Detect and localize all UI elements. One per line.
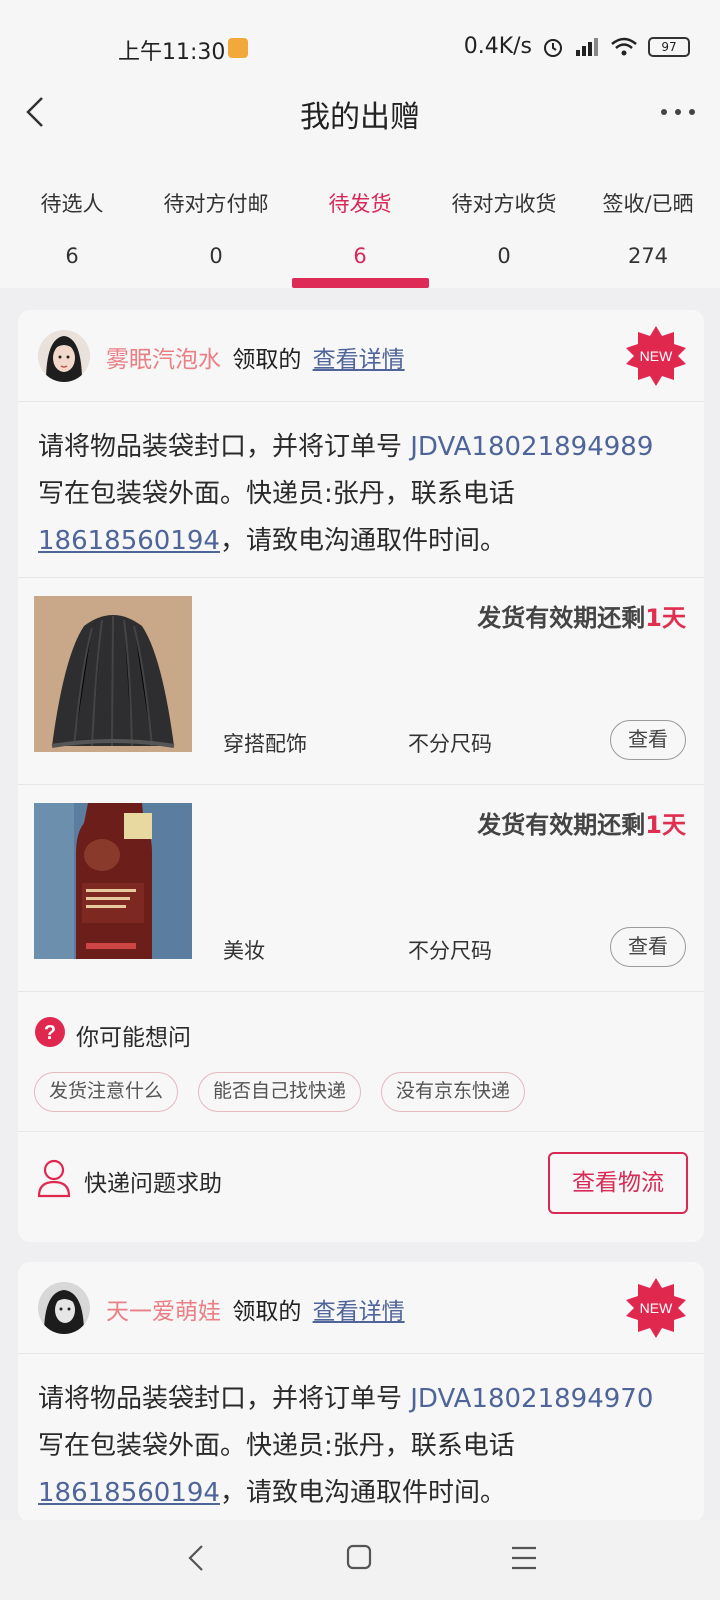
claimer-name[interactable]: 雾眠汽泡水 — [106, 347, 221, 373]
shipping-instruction: 请将物品装袋封口，并将订单号 JDVA18021894989 写在包装袋外面。快… — [18, 402, 704, 578]
view-logistics-button[interactable]: 查看物流 — [548, 1152, 688, 1214]
product-image-hat[interactable] — [34, 596, 192, 752]
network-speed: 0.4K/s — [463, 34, 532, 59]
new-badge: NEW — [626, 326, 686, 386]
tab-label: 待对方收货 — [451, 192, 557, 216]
tab-pending-shipment[interactable]: 待发货 6 — [288, 144, 432, 288]
system-home-icon[interactable] — [346, 1544, 372, 1570]
claim-line: 雾眠汽泡水 领取的 查看详情 — [106, 340, 405, 374]
instruction-text: 写在包装袋外面。快递员:张丹，联系电话 — [38, 479, 515, 509]
claim-line: 天一爱萌娃 领取的 查看详情 — [106, 1292, 405, 1326]
deadline-days: 1天 — [645, 604, 686, 632]
new-badge-text: NEW — [640, 1300, 673, 1316]
avatar[interactable] — [38, 1282, 90, 1334]
claimer-name[interactable]: 天一爱萌娃 — [106, 1299, 221, 1325]
tab-pending-postage[interactable]: 待对方付邮 0 — [144, 144, 288, 288]
faq-section: ? 你可能想问 发货注意什么 能否自己找快递 没有京东快递 — [18, 992, 704, 1132]
faq-chip-shipping-notes[interactable]: 发货注意什么 — [34, 1072, 179, 1112]
faq-chip-no-jd-express[interactable]: 没有京东快递 — [381, 1072, 526, 1112]
order-number: JDVA18021894970 — [410, 1384, 654, 1414]
shipping-instruction: 请将物品装袋封口，并将订单号 JDVA18021894970 写在包装袋外面。快… — [18, 1354, 704, 1522]
status-indicators: 0.4K/s 97 — [464, 34, 690, 59]
item-category: 穿搭配饰 — [223, 732, 307, 756]
tab-label: 签收/已晒 — [602, 192, 694, 216]
status-time: 上午11:30 — [118, 40, 226, 65]
tab-pending-selection[interactable]: 待选人 6 — [0, 144, 144, 288]
claimed-label: 领取的 — [232, 347, 302, 373]
page-title: 我的出赠 — [300, 100, 420, 135]
deadline-label: 发货有效期还剩 — [477, 811, 646, 839]
avatar[interactable] — [38, 330, 90, 382]
tab-count: 6 — [65, 244, 79, 268]
wifi-icon — [611, 37, 637, 55]
view-details-link[interactable]: 查看详情 — [313, 1299, 405, 1325]
view-details-link[interactable]: 查看详情 — [313, 347, 405, 373]
list-item: 发货有效期还剩1天 穿搭配饰 不分尺码 查看 — [18, 578, 704, 785]
tab-count: 0 — [497, 244, 511, 268]
more-options-icon[interactable] — [658, 98, 698, 126]
tab-label: 待对方付邮 — [163, 192, 269, 216]
order-number: JDVA18021894989 — [410, 432, 654, 462]
shipping-deadline: 发货有效期还剩1天 — [477, 598, 686, 633]
question-icon: ? — [35, 1017, 65, 1047]
alarm-icon — [544, 38, 562, 57]
list-item: 发货有效期还剩1天 美妆 不分尺码 查看 — [18, 785, 704, 992]
tab-pending-receipt[interactable]: 待对方收货 0 — [432, 144, 576, 288]
tab-count: 274 — [627, 244, 669, 268]
tab-count: 6 — [353, 244, 367, 268]
person-icon — [37, 1159, 71, 1198]
courier-help-row: 快递问题求助 查看物流 — [18, 1132, 704, 1240]
instruction-text: 请将物品装袋封口，并将订单号 — [38, 1384, 411, 1414]
system-menu-icon[interactable] — [510, 1544, 538, 1572]
instruction-text: 请将物品装袋封口，并将订单号 — [38, 432, 411, 462]
status-bar: 上午11:30 0.4K/s 97 — [0, 0, 720, 92]
instruction-text: ，请致电沟通取件时间。 — [219, 526, 506, 556]
instruction-text: 写在包装袋外面。快递员:张丹，联系电话 — [38, 1431, 515, 1461]
notification-icon — [228, 38, 248, 58]
deadline-days: 1天 — [645, 811, 686, 839]
card-header: 雾眠汽泡水 领取的 查看详情 NEW — [18, 310, 704, 402]
item-size: 不分尺码 — [408, 732, 492, 756]
instruction-text: ，请致电沟通取件时间。 — [219, 1478, 506, 1508]
tab-signed-shared[interactable]: 签收/已晒 274 — [576, 144, 720, 288]
top-navigation-bar: 我的出赠 — [0, 80, 720, 144]
courier-help-link[interactable]: 快递问题求助 — [84, 1164, 222, 1198]
order-card: 天一爱萌娃 领取的 查看详情 NEW 请将物品装袋封口，并将订单号 JDVA18… — [18, 1262, 704, 1522]
tab-label: 待选人 — [40, 192, 104, 216]
claimed-label: 领取的 — [232, 1299, 302, 1325]
courier-phone-link[interactable]: 18618560194 — [38, 1478, 220, 1508]
view-item-button[interactable]: 查看 — [610, 720, 686, 760]
view-item-button[interactable]: 查看 — [610, 927, 686, 967]
tab-label: 待发货 — [328, 192, 392, 216]
status-tabs: 待选人 6 待对方付邮 0 待发货 6 待对方收货 0 签收/已晒 274 — [0, 144, 720, 288]
faq-chip-own-courier[interactable]: 能否自己找快递 — [198, 1072, 362, 1112]
system-navigation-bar — [0, 1520, 720, 1600]
active-tab-indicator — [292, 278, 429, 288]
new-badge: NEW — [626, 1278, 686, 1338]
card-header: 天一爱萌娃 领取的 查看详情 NEW — [18, 1262, 704, 1354]
courier-phone-link[interactable]: 18618560194 — [38, 526, 220, 556]
faq-title: 你可能想问 — [76, 1025, 191, 1051]
item-category: 美妆 — [223, 939, 265, 963]
tab-count: 0 — [209, 244, 223, 268]
faq-chips: 发货注意什么 能否自己找快递 没有京东快递 — [34, 1072, 526, 1112]
battery-indicator: 97 — [648, 36, 690, 57]
deadline-label: 发货有效期还剩 — [477, 604, 646, 632]
item-size: 不分尺码 — [408, 939, 492, 963]
shipping-deadline: 发货有效期还剩1天 — [477, 805, 686, 840]
svg-text:?: ? — [44, 1022, 56, 1044]
signal-icon — [576, 37, 598, 56]
product-image-conditioner[interactable] — [34, 803, 192, 959]
order-card: 雾眠汽泡水 领取的 查看详情 NEW 请将物品装袋封口，并将订单号 JDVA18… — [18, 310, 704, 1242]
system-back-icon[interactable] — [184, 1542, 208, 1574]
new-badge-text: NEW — [640, 348, 673, 364]
